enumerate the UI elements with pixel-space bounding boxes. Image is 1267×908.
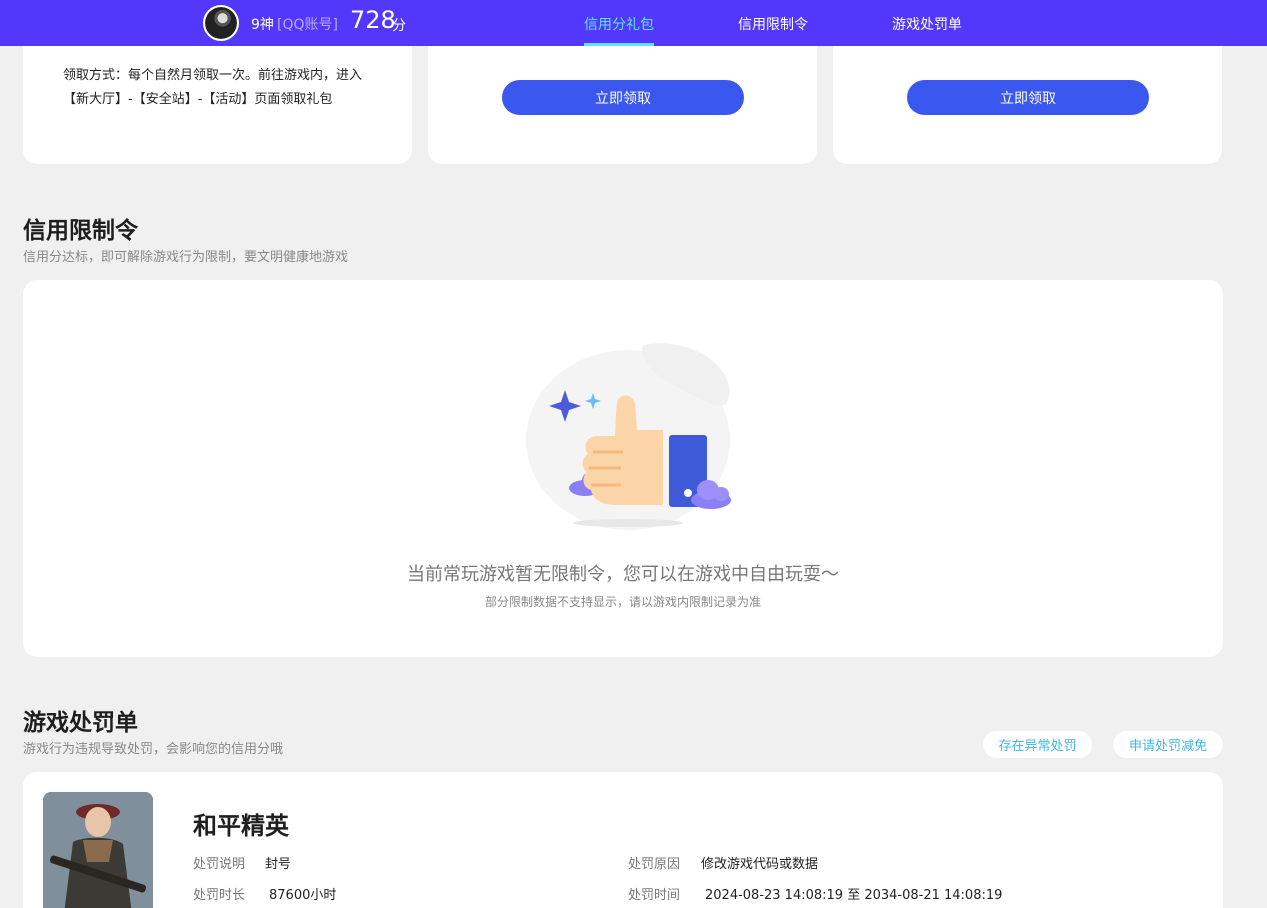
penalty-time-label: 处罚时间	[628, 888, 681, 903]
score-unit: 分	[392, 18, 406, 34]
claim-button[interactable]: 立即领取	[502, 80, 744, 115]
penalty-reason-value: 修改游戏代码或数据	[701, 857, 819, 872]
game-cover-artwork	[43, 792, 153, 908]
game-name: 和平精英	[193, 812, 289, 840]
penalty-duration-label: 处罚时长	[193, 888, 246, 903]
tab-credit-restriction[interactable]: 信用限制令	[738, 14, 808, 34]
penalty-desc-value: 封号	[265, 857, 292, 872]
penalty-section-title: 游戏处罚单	[23, 710, 138, 736]
thumbs-up-illustration	[526, 343, 731, 530]
restriction-card: 当前常玩游戏暂无限制令，您可以在游戏中自由玩耍～ 部分限制数据不支持显示，请以游…	[23, 280, 1223, 657]
appeal-penalty-button[interactable]: 申请处罚减免	[1113, 731, 1223, 758]
penalty-card: 和平精英 处罚说明 封号 处罚时长 87600小时 处罚原因 修改游戏代码或数据…	[23, 772, 1223, 908]
gift-card-2: 立即领取	[428, 30, 817, 164]
penalty-time-value: 2024-08-23 14:08:19 至 2034-08-21 14:08:1…	[705, 888, 1003, 903]
restriction-section-subtitle: 信用分达标，即可解除游戏行为限制，要文明健康地游戏	[23, 250, 349, 265]
tab-credit-gift[interactable]: 信用分礼包	[584, 14, 654, 34]
penalty-section-subtitle: 游戏行为违规导致处罚，会影响您的信用分哦	[23, 742, 284, 757]
user-avatar[interactable]	[203, 5, 239, 41]
claim-button[interactable]: 立即领取	[907, 80, 1149, 115]
empty-state-message: 当前常玩游戏暂无限制令，您可以在游戏中自由玩耍～	[407, 564, 839, 585]
gift-card-3: 立即领取	[833, 30, 1222, 164]
tab-game-penalty[interactable]: 游戏处罚单	[892, 14, 962, 34]
empty-state-note: 部分限制数据不支持显示，请以游戏内限制记录为准	[484, 595, 761, 609]
restriction-section-title: 信用限制令	[23, 218, 138, 244]
penalty-desc-label: 处罚说明	[193, 857, 246, 872]
penalty-reason-label: 处罚原因	[628, 857, 681, 872]
penalty-duration-value: 87600小时	[269, 888, 337, 903]
abnormal-penalty-button[interactable]: 存在异常处罚	[983, 731, 1092, 758]
top-nav-bar: 9神 [QQ账号] 728 分 信用分礼包 信用限制令 游戏处罚单	[0, 0, 1267, 46]
gift-card-1: 领取方式：每个自然月领取一次。前往游戏内，进入【新大厅】-【安全站】-【活动】页…	[23, 30, 412, 164]
game-cover-image	[43, 792, 153, 908]
credit-score: 728	[350, 6, 396, 34]
account-type: [QQ账号]	[277, 17, 338, 33]
active-tab-indicator	[584, 43, 654, 46]
gift-claim-method: 领取方式：每个自然月领取一次。前往游戏内，进入【新大厅】-【安全站】-【活动】页…	[63, 68, 363, 107]
user-name: 9神	[251, 17, 274, 33]
avatar-image	[205, 7, 237, 39]
